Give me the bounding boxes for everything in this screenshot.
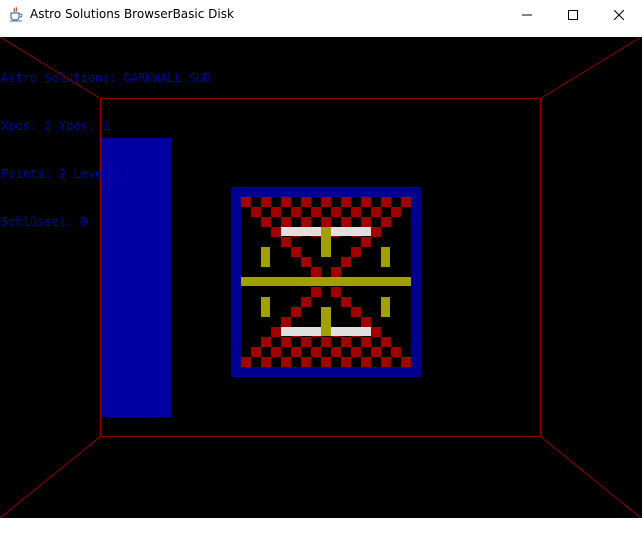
maximize-button[interactable] <box>550 0 596 30</box>
rune-tile <box>351 207 361 217</box>
rune-tile <box>361 357 371 367</box>
rune-tile <box>331 287 341 297</box>
rune-tile <box>381 337 391 347</box>
minimize-icon <box>522 14 532 16</box>
rune-tile <box>361 197 371 207</box>
rune-tile <box>241 197 251 207</box>
rune-tile <box>301 337 311 347</box>
window-bottom-strip <box>0 518 642 548</box>
rune-tile <box>281 357 291 367</box>
rune-tile <box>321 337 331 347</box>
rune-tile <box>281 197 291 207</box>
rune-tile <box>351 347 361 357</box>
rune-tile <box>301 257 311 267</box>
rune-tile <box>331 207 341 217</box>
rune-tile <box>341 337 351 347</box>
minimize-button[interactable] <box>504 0 550 30</box>
rune-tile <box>271 327 281 337</box>
rune-tile <box>321 217 331 227</box>
rune-tile <box>291 247 301 257</box>
rune-tile <box>341 217 351 227</box>
ceiling-right-edge <box>540 37 642 99</box>
rune-tile <box>251 207 261 217</box>
rune-tile <box>361 317 371 327</box>
close-button[interactable] <box>596 0 642 30</box>
rune-tile <box>281 317 291 327</box>
java-cup-icon <box>8 6 24 22</box>
rune-tile <box>301 297 311 307</box>
rune-tile <box>261 217 271 227</box>
rune-tile <box>361 337 371 347</box>
rune-tile <box>351 247 361 257</box>
floor-left-edge <box>0 436 101 518</box>
rune-tile <box>311 347 321 357</box>
window-titlebar: Astro Solutions BrowserBasic Disk <box>0 0 642 30</box>
rune-tile <box>281 337 291 347</box>
rune-tile <box>371 347 381 357</box>
rune-tile <box>341 357 351 367</box>
hud-keys: Schlüssel: 0 <box>1 215 88 229</box>
rune-tile <box>241 357 251 367</box>
rune-tile <box>371 227 381 237</box>
rune-tile <box>291 307 301 317</box>
rune-tile <box>281 237 291 247</box>
rune-tile <box>281 217 291 227</box>
rune-tile <box>381 197 391 207</box>
rune-tile <box>331 347 341 357</box>
rune-tile <box>371 327 381 337</box>
rune-tile <box>311 287 321 297</box>
rune-tile <box>391 207 401 217</box>
hud-position: Xpos: 2 Ypos: 1 <box>1 119 110 133</box>
rune-tile <box>261 357 271 367</box>
floor-right-edge <box>540 436 642 518</box>
close-icon <box>614 10 624 20</box>
rune-tile <box>401 357 411 367</box>
rune-tile <box>331 267 341 277</box>
rune-tile <box>311 207 321 217</box>
hud-title: Astro Solutions: DARKWALL SUD <box>1 71 211 85</box>
rune-bar-top-stem <box>321 227 331 257</box>
rune-tile <box>261 337 271 347</box>
maximize-icon <box>568 10 578 20</box>
rune-tile <box>311 267 321 277</box>
rune-tile <box>381 357 391 367</box>
rune-tick-left-top <box>261 247 270 267</box>
rune-tile <box>321 197 331 207</box>
rune-tile <box>271 347 281 357</box>
rune-tile <box>341 297 351 307</box>
rune-tile <box>271 207 281 217</box>
rune-tile <box>341 257 351 267</box>
rune-tile <box>271 227 281 237</box>
rune-tile <box>341 197 351 207</box>
rune-tile <box>291 347 301 357</box>
rune-tile <box>361 237 371 247</box>
rune-tile <box>381 217 391 227</box>
rune-tile <box>251 347 261 357</box>
rune-tile <box>301 217 311 227</box>
rune-tick-left-bottom <box>261 297 270 317</box>
rune-tile <box>291 207 301 217</box>
rune-tile <box>371 207 381 217</box>
status-hud: Astro Solutions: DARKWALL SUD Xpos: 2 Yp… <box>1 38 211 262</box>
rune-tick-right-bottom <box>381 297 390 317</box>
rune-tile <box>301 197 311 207</box>
rune-bar-mid <box>241 277 411 286</box>
rune-tile <box>321 357 331 367</box>
hud-points-level: Points: 2 Level: 1 <box>1 167 132 181</box>
window-title: Astro Solutions BrowserBasic Disk <box>30 7 234 21</box>
rune-bar-bottom-stem <box>321 307 331 336</box>
rune-tile <box>261 197 271 207</box>
rune-tick-right-top <box>381 247 390 267</box>
game-viewport[interactable]: Astro Solutions: DARKWALL SUD Xpos: 2 Yp… <box>0 37 642 518</box>
rune-tile <box>391 347 401 357</box>
rune-tile <box>351 307 361 317</box>
rune-panel <box>231 187 421 377</box>
rune-tile <box>401 197 411 207</box>
rune-tile <box>301 357 311 367</box>
rune-tile <box>361 217 371 227</box>
